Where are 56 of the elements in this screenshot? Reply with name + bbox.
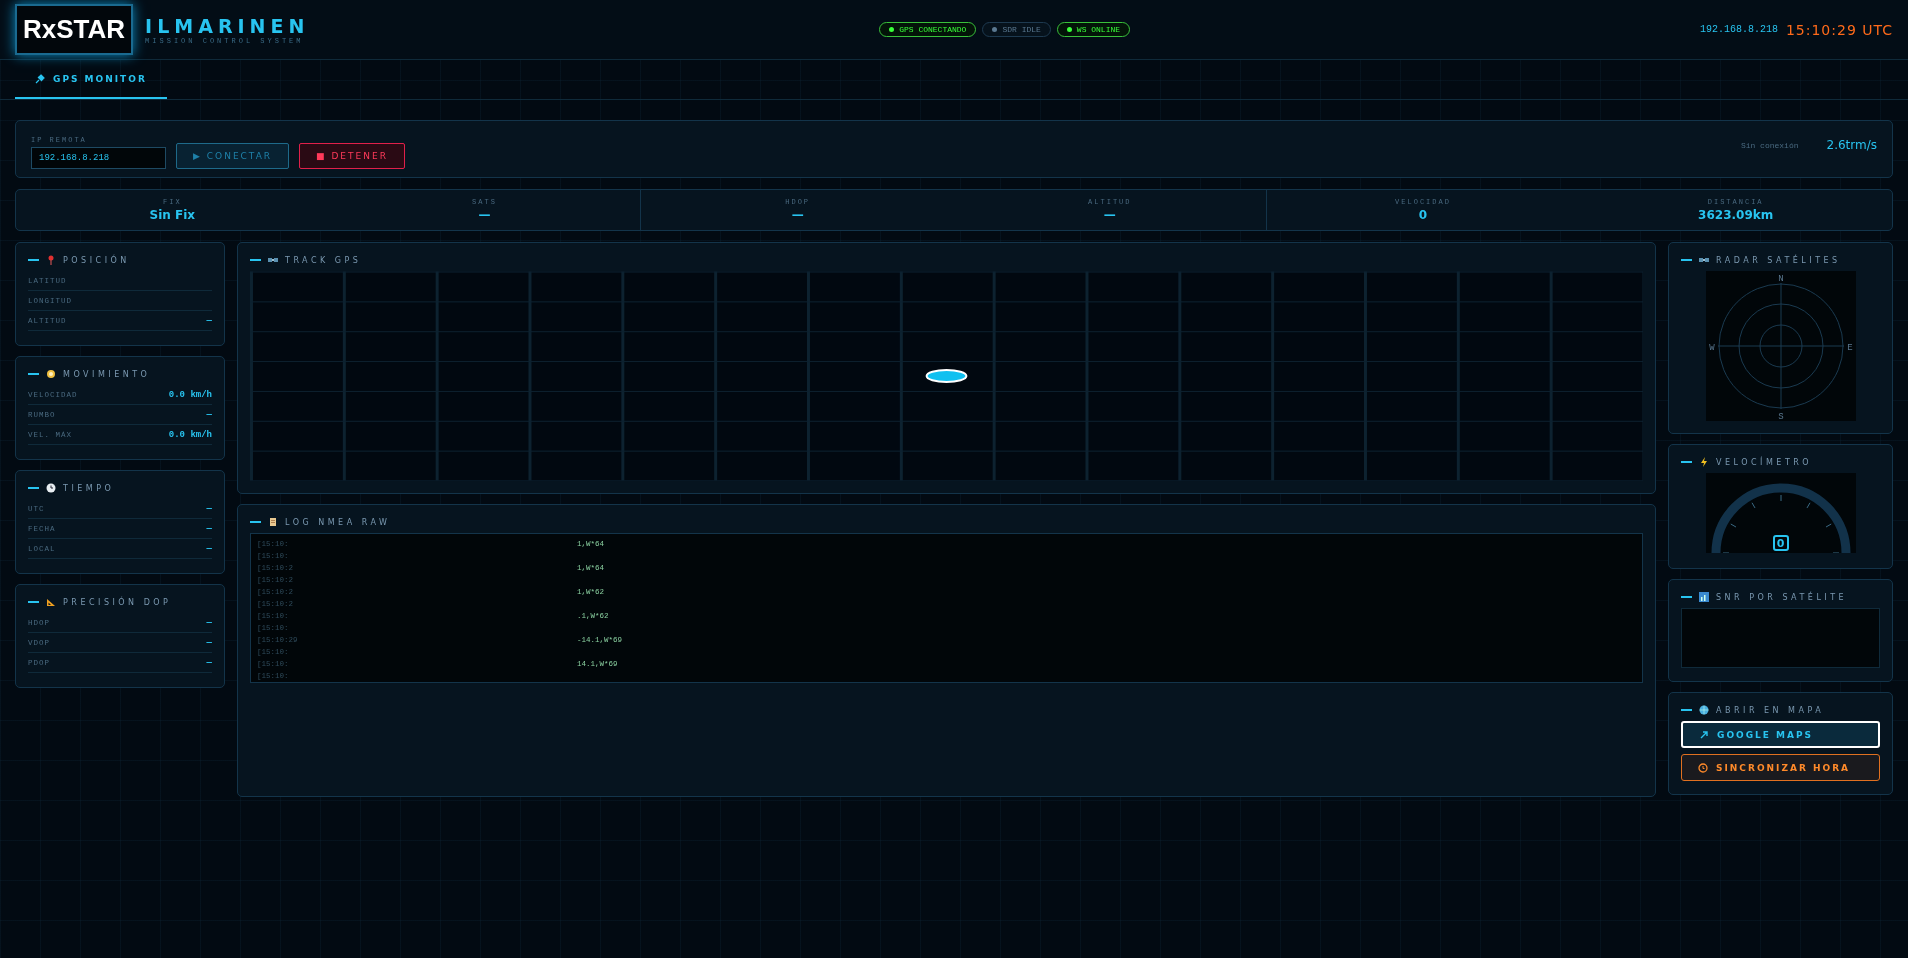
panel-title: LOG NMEA RAW bbox=[285, 517, 391, 527]
panel-title: SNR POR SATÉLITE bbox=[1716, 592, 1848, 602]
row-value: 0.0 km/h bbox=[168, 429, 212, 440]
logo: RxSTAR bbox=[15, 4, 134, 55]
status-label: GPS CONECTANDO bbox=[899, 25, 967, 34]
arrow-icon bbox=[1699, 729, 1709, 740]
row-value: — bbox=[206, 409, 212, 420]
ip-input-field[interactable]: 192.168.8.218 bbox=[31, 147, 166, 169]
row-value: — bbox=[206, 657, 212, 668]
panel-title: TRACK GPS bbox=[285, 255, 362, 265]
panel-title: MOVIMIENTO bbox=[63, 369, 151, 379]
clock-icon bbox=[1698, 762, 1708, 773]
panel-title: ABRIR EN MAPA bbox=[1716, 705, 1825, 715]
stat-value: — bbox=[1103, 208, 1116, 222]
sync-time-button[interactable]: SINCRONIZAR HORA bbox=[1681, 754, 1880, 781]
clock: 15:10:29 UTC bbox=[1785, 21, 1893, 38]
stat-value: Sin Fix bbox=[149, 208, 196, 222]
status-label: SDR IDLE bbox=[1002, 25, 1041, 34]
globe-icon bbox=[1699, 705, 1709, 715]
connect-button[interactable]: ▶ CONECTAR bbox=[176, 143, 290, 169]
pin-icon bbox=[46, 255, 56, 265]
app-title: ILMARINEN bbox=[145, 14, 310, 37]
stop-button[interactable]: ■ DETENER bbox=[299, 143, 405, 169]
panel-title: VELOCÍMETRO bbox=[1716, 457, 1813, 467]
stat-value: — bbox=[478, 208, 491, 222]
stat-value: 3623.09km bbox=[1698, 208, 1774, 222]
panel-title: TIEMPO bbox=[63, 483, 115, 493]
panel-title: PRECISIÓN DOP bbox=[63, 597, 172, 607]
compass-label: S bbox=[1777, 412, 1784, 421]
panel-title: RADAR SATÉLITES bbox=[1716, 255, 1841, 265]
status-label: WS ONLINE bbox=[1076, 25, 1121, 34]
row-value: — bbox=[206, 523, 212, 534]
compass-label: N bbox=[1777, 274, 1784, 284]
connection-status: Sin conexión bbox=[1740, 140, 1799, 150]
tab[interactable]: GPS MONITOR bbox=[15, 60, 167, 99]
stat-value: — bbox=[791, 208, 804, 222]
ip-address: 192.168.8.218 bbox=[1699, 24, 1778, 35]
maps-button[interactable]: GOOGLE MAPS bbox=[1681, 721, 1880, 748]
row-value: — bbox=[206, 543, 212, 554]
row-value: — bbox=[206, 637, 212, 648]
ruler-icon bbox=[46, 597, 56, 607]
chart-icon bbox=[1699, 592, 1709, 602]
row-value: — bbox=[206, 315, 212, 326]
compass-label: E bbox=[1846, 343, 1853, 353]
scroll-icon bbox=[268, 517, 278, 527]
rate-reading: 2.6trm/s bbox=[1826, 138, 1877, 152]
clock-icon bbox=[46, 483, 56, 493]
row-value: — bbox=[206, 503, 212, 514]
lightning-icon bbox=[1699, 457, 1709, 467]
panel-title: POSICIÓN bbox=[63, 255, 130, 265]
sun-icon bbox=[46, 369, 56, 379]
row-value: 0.0 km/h bbox=[168, 389, 212, 400]
compass-label: W bbox=[1708, 343, 1715, 353]
stat-value: 0 bbox=[1418, 208, 1428, 222]
speed-value: 0 bbox=[1772, 535, 1789, 551]
row-value: — bbox=[206, 617, 212, 628]
